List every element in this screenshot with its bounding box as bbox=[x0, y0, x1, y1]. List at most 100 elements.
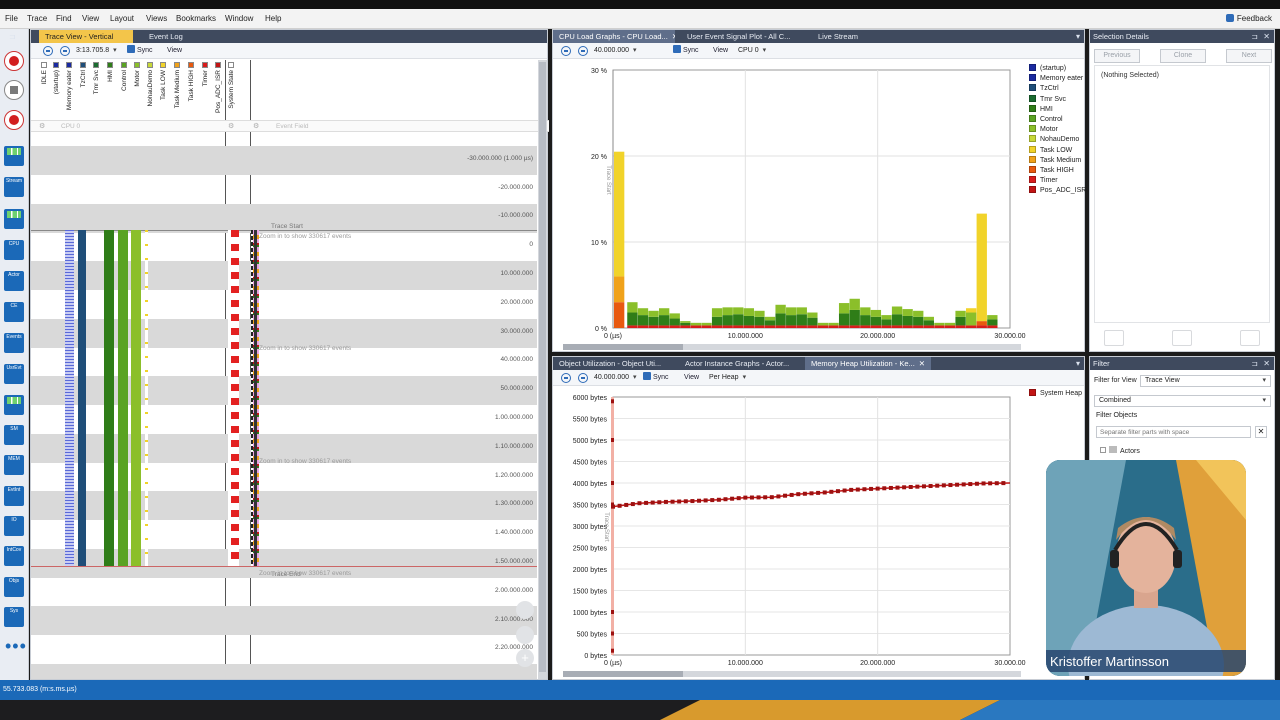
gear-icon[interactable]: ⚙ bbox=[253, 122, 259, 130]
tab-trace-view-vertical[interactable]: Trace View - Vertical bbox=[39, 30, 133, 43]
zoom-out-icon[interactable] bbox=[60, 46, 70, 56]
grid-view-icon[interactable] bbox=[1104, 330, 1124, 346]
clone-button[interactable]: Clone bbox=[1160, 49, 1206, 63]
close-icon[interactable]: ✕ bbox=[919, 359, 925, 368]
tab-event-log[interactable]: Event Log bbox=[143, 30, 203, 43]
actor-header[interactable]: System State bbox=[228, 70, 236, 109]
actor-header[interactable]: HMI bbox=[107, 70, 115, 82]
stream-view-icon[interactable]: Stream bbox=[4, 177, 24, 197]
clear-filter-icon[interactable]: ✕ bbox=[1255, 426, 1267, 438]
menu-bookmarks[interactable]: Bookmarks bbox=[176, 14, 216, 23]
trace-timeline[interactable]: -40.000.000-30.000.000 (1.000 µs)-20.000… bbox=[31, 134, 537, 679]
sync-toggle[interactable]: Sync bbox=[127, 45, 153, 56]
previous-button[interactable]: Previous bbox=[1094, 49, 1140, 63]
trace-scrollbar[interactable] bbox=[538, 60, 547, 679]
trace-view-icon[interactable] bbox=[4, 146, 24, 166]
close-icon[interactable]: ✕ bbox=[1263, 30, 1270, 43]
close-icon[interactable]: ✕ bbox=[1263, 357, 1270, 370]
menu-help[interactable]: Help bbox=[265, 14, 281, 23]
add-icon[interactable]: + bbox=[516, 649, 534, 667]
zoom-level-field[interactable]: 40.000.000 bbox=[594, 372, 639, 383]
zoom-in-overlay-icon[interactable] bbox=[516, 601, 534, 619]
scrollbar-thumb[interactable] bbox=[563, 344, 683, 350]
tab-actor-instance-graphs[interactable]: Actor Instance Graphs - Actor... bbox=[679, 357, 791, 370]
actor-header[interactable]: Tmr Svc bbox=[93, 70, 101, 94]
objects-view-icon[interactable]: Objs bbox=[4, 577, 24, 597]
actor-header[interactable]: Motor bbox=[134, 70, 142, 87]
zoom-out-icon[interactable] bbox=[578, 46, 588, 56]
context-switch-view-icon[interactable]: CE bbox=[4, 302, 24, 322]
view-menu[interactable]: View bbox=[713, 45, 728, 56]
zoom-level-field[interactable]: 40.000.000 bbox=[594, 45, 666, 56]
tab-memory-heap-utilization[interactable]: Memory Heap Utilization - Ke... ✕ bbox=[805, 357, 931, 370]
state-machine-view-icon[interactable]: SM bbox=[4, 425, 24, 445]
pin-icon[interactable]: ⊐ bbox=[1251, 357, 1258, 370]
actor-header[interactable]: Task LOW bbox=[160, 70, 168, 100]
record-snapshot-icon[interactable] bbox=[4, 110, 24, 130]
close-icon[interactable]: ✕ bbox=[672, 32, 675, 41]
cpu-load-view-icon[interactable]: CPU bbox=[4, 240, 24, 260]
sync-toggle[interactable]: Sync bbox=[643, 372, 669, 383]
actor-execution-column[interactable] bbox=[118, 230, 128, 566]
actor-header[interactable]: Memory eater bbox=[66, 70, 74, 110]
actor-header[interactable]: TzCtrl bbox=[80, 70, 88, 87]
menu-find[interactable]: Find bbox=[56, 14, 72, 23]
expand-icon[interactable] bbox=[1100, 447, 1106, 453]
menu-layout[interactable]: Layout bbox=[110, 14, 134, 23]
stop-icon[interactable] bbox=[4, 80, 24, 100]
event-intervals-icon[interactable]: EvtInt bbox=[4, 486, 24, 506]
gear-icon[interactable]: ⚙ bbox=[228, 122, 234, 130]
sync-toggle[interactable]: Sync bbox=[673, 45, 699, 56]
events-view-icon[interactable]: Events bbox=[4, 333, 24, 353]
menu-window[interactable]: Window bbox=[225, 14, 253, 23]
menu-trace[interactable]: Trace bbox=[27, 14, 47, 23]
communication-flow-icon[interactable] bbox=[4, 395, 24, 415]
actor-view-icon[interactable]: Actor bbox=[4, 271, 24, 291]
chevron-down-icon[interactable]: ▾ bbox=[1076, 357, 1080, 370]
cpu-select[interactable]: CPU 0 bbox=[738, 45, 810, 56]
cpu-h-scrollbar[interactable] bbox=[563, 344, 1021, 350]
memory-view-icon[interactable]: MEM bbox=[4, 455, 24, 475]
system-view-icon[interactable]: Sys bbox=[4, 607, 24, 627]
zoom-in-icon[interactable] bbox=[43, 46, 53, 56]
user-events-view-icon[interactable]: UsrEvt bbox=[4, 364, 24, 384]
zoom-out-icon[interactable] bbox=[578, 373, 588, 383]
chevron-down-icon[interactable]: ▾ bbox=[1076, 30, 1080, 43]
menu-views[interactable]: Views bbox=[146, 14, 167, 23]
export-icon[interactable] bbox=[1240, 330, 1260, 346]
filter-for-view-select[interactable]: Trace View bbox=[1140, 375, 1271, 387]
menu-view[interactable]: View bbox=[82, 14, 99, 23]
actor-header[interactable]: Task HIGH bbox=[188, 70, 196, 101]
zoom-level-field[interactable]: 3:13.705.8 bbox=[76, 45, 117, 56]
actor-header[interactable]: IDLE bbox=[41, 70, 49, 84]
actor-header[interactable]: (startup) bbox=[53, 70, 61, 94]
interval-coverage-icon[interactable]: IntCov bbox=[4, 546, 24, 566]
actor-header[interactable]: Task Medium bbox=[174, 70, 182, 108]
zoom-out-overlay-icon[interactable] bbox=[516, 626, 534, 644]
io-view-icon[interactable]: IO bbox=[4, 516, 24, 536]
actor-execution-column[interactable] bbox=[78, 230, 86, 566]
tab-object-utilization[interactable]: Object Utilization - Object Uti... bbox=[553, 357, 667, 370]
gear-icon[interactable]: ⚙ bbox=[39, 122, 45, 130]
actor-execution-column[interactable] bbox=[131, 230, 141, 566]
actor-execution-column[interactable] bbox=[229, 230, 237, 566]
feedback-button[interactable]: Feedback bbox=[1225, 14, 1272, 23]
zoom-in-icon[interactable] bbox=[561, 46, 571, 56]
actor-execution-column[interactable] bbox=[145, 230, 148, 566]
cpu-load-chart[interactable]: 0 % 10 % 20 % 30 % 0 (µs) 10.000.000 20.000.00… bbox=[553, 60, 1086, 352]
view-menu[interactable]: View bbox=[167, 45, 182, 56]
list-view-icon[interactable] bbox=[1172, 330, 1192, 346]
memory-heap-chart[interactable]: 0 bytes 500 bytes 1000 bytes 1500 bytes 2000… bbox=[553, 387, 1086, 680]
actor-execution-column[interactable] bbox=[254, 230, 257, 566]
heap-h-scrollbar[interactable] bbox=[563, 671, 1021, 677]
tree-item-actors[interactable]: Actors bbox=[1100, 446, 1140, 455]
menu-file[interactable]: File bbox=[5, 14, 18, 23]
actor-header[interactable]: Timer bbox=[202, 70, 210, 86]
actor-header[interactable]: Pos_ADC_ISR bbox=[215, 70, 223, 113]
flow-view-icon[interactable] bbox=[4, 209, 24, 229]
per-heap-select[interactable]: Per Heap bbox=[709, 372, 759, 383]
record-icon[interactable] bbox=[4, 51, 24, 71]
filter-search-input[interactable] bbox=[1096, 426, 1251, 438]
scrollbar-thumb[interactable] bbox=[563, 671, 683, 677]
tab-live-stream[interactable]: Live Stream bbox=[812, 30, 872, 43]
